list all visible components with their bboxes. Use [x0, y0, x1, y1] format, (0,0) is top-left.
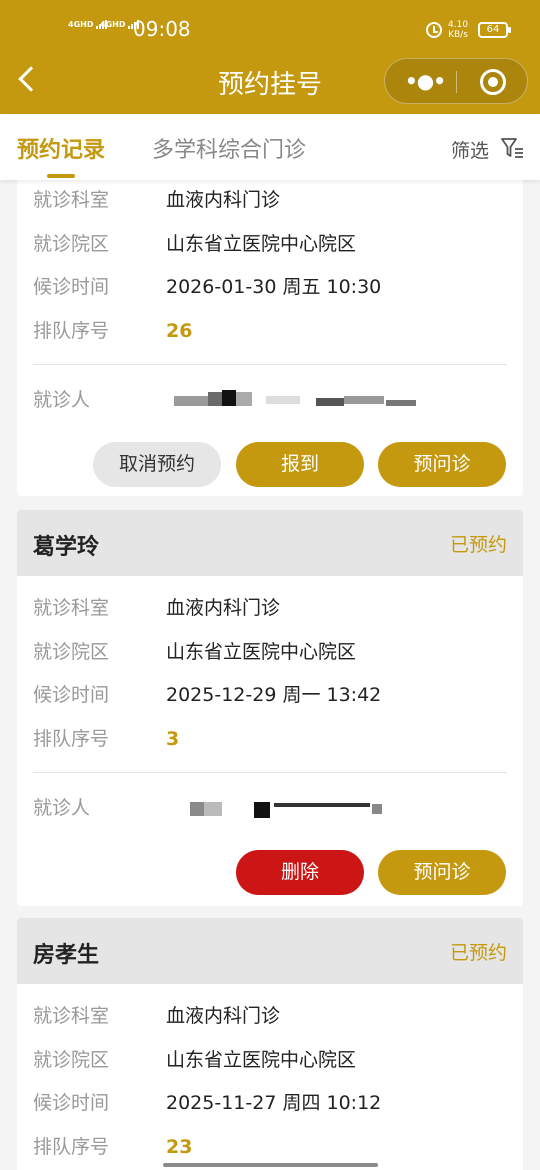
row-label: 就诊科室 — [33, 597, 110, 619]
info-row-campus: 就诊院区 山东省立医院中心院区 — [33, 229, 507, 259]
info-row-patient: 就诊人 — [33, 793, 507, 823]
row-label: 候诊时间 — [33, 684, 110, 706]
filter-funnel-icon[interactable] — [500, 136, 524, 160]
row-label: 就诊科室 — [33, 1005, 110, 1027]
row-value: 血液内科门诊 — [166, 189, 281, 211]
info-row-campus: 就诊院区 山东省立医院中心院区 — [33, 637, 507, 667]
filter-button[interactable]: 筛选 — [451, 136, 489, 163]
tab-multidisciplinary-clinic[interactable]: 多学科综合门诊 — [152, 132, 306, 164]
cancel-appointment-button[interactable]: 取消预约 — [93, 442, 221, 487]
row-value: 血液内科门诊 — [166, 1005, 281, 1027]
patient-name: 葛学玲 — [33, 535, 100, 560]
card-header: 葛学玲 已预约 — [17, 510, 523, 576]
pre-consultation-button[interactable]: 预问诊 — [378, 850, 506, 895]
more-dots-icon[interactable]: •●• — [405, 71, 446, 91]
appointment-card: 就诊科室 血液内科门诊 就诊院区 山东省立医院中心院区 候诊时间 2026-01… — [17, 180, 523, 496]
info-row-queue-no: 排队序号 26 — [33, 316, 507, 346]
divider — [33, 772, 507, 773]
row-label: 就诊院区 — [33, 641, 110, 663]
row-label: 排队序号 — [33, 728, 110, 750]
active-tab-underline — [47, 174, 75, 178]
status-bar: 4GHD 4GHD 09:08 4.10 KB/s 64 — [0, 14, 540, 44]
queue-number: 26 — [166, 320, 193, 342]
tab-appointment-records[interactable]: 预约记录 — [17, 132, 105, 164]
tab-bar: 预约记录 多学科综合门诊 筛选 — [0, 114, 540, 180]
info-row-queue-no: 排队序号 23 — [33, 1132, 507, 1162]
row-label: 就诊科室 — [33, 189, 110, 211]
row-label: 就诊人 — [33, 389, 91, 411]
appointment-card: 房孝生 已预约 就诊科室 血液内科门诊 就诊院区 山东省立医院中心院区 候诊时间… — [17, 918, 523, 1170]
card-header: 房孝生 已预约 — [17, 918, 523, 984]
patient-name: 房孝生 — [33, 943, 100, 968]
row-value: 山东省立医院中心院区 — [166, 233, 357, 255]
info-row-department: 就诊科室 血液内科门诊 — [33, 593, 507, 623]
alarm-icon — [426, 22, 442, 38]
info-row-campus: 就诊院区 山东省立医院中心院区 — [33, 1045, 507, 1075]
status-badge: 已预约 — [449, 534, 507, 556]
row-label: 就诊人 — [33, 797, 91, 819]
signal-label: 4GHD — [68, 20, 94, 29]
delete-button[interactable]: 删除 — [236, 850, 364, 895]
info-row-wait-time: 候诊时间 2025-12-29 周一 13:42 — [33, 680, 507, 710]
row-value: 2026-01-30 周五 10:30 — [166, 276, 382, 298]
app-header: 4GHD 4GHD 09:08 4.10 KB/s 64 预约挂号 •●• — [0, 0, 540, 114]
net-speed-value: 4.10 — [448, 20, 469, 30]
capsule-divider — [456, 71, 457, 93]
queue-number: 23 — [166, 1136, 193, 1158]
net-speed: 4.10 KB/s — [448, 20, 468, 40]
row-value: 山东省立医院中心院区 — [166, 641, 357, 663]
target-circle-icon[interactable] — [480, 69, 506, 95]
info-row-wait-time: 候诊时间 2025-11-27 周四 10:12 — [33, 1088, 507, 1118]
appointment-card: 葛学玲 已预约 就诊科室 血液内科门诊 就诊院区 山东省立医院中心院区 候诊时间… — [17, 510, 523, 906]
clock: 09:08 — [133, 17, 191, 41]
row-label: 候诊时间 — [33, 276, 110, 298]
row-label: 就诊院区 — [33, 233, 110, 255]
check-in-button[interactable]: 报到 — [236, 442, 364, 487]
status-badge: 已预约 — [449, 942, 507, 964]
battery-icon: 64 — [478, 22, 511, 38]
appointment-list[interactable]: 就诊科室 血液内科门诊 就诊院区 山东省立医院中心院区 候诊时间 2026-01… — [0, 180, 540, 1170]
row-value: 2025-11-27 周四 10:12 — [166, 1092, 382, 1114]
row-label: 候诊时间 — [33, 1092, 110, 1114]
info-row-patient: 就诊人 — [33, 385, 507, 415]
row-value: 山东省立医院中心院区 — [166, 1049, 357, 1071]
row-label: 就诊院区 — [33, 1049, 110, 1071]
info-row-department: 就诊科室 血液内科门诊 — [33, 185, 507, 215]
info-row-department: 就诊科室 血液内科门诊 — [33, 1001, 507, 1031]
home-indicator[interactable] — [163, 1163, 378, 1167]
divider — [33, 364, 507, 365]
pre-consultation-button[interactable]: 预问诊 — [378, 442, 506, 487]
queue-number: 3 — [166, 728, 180, 750]
redacted-patient-info — [190, 802, 382, 818]
info-row-queue-no: 排队序号 3 — [33, 724, 507, 754]
row-label: 排队序号 — [33, 1136, 110, 1158]
info-row-wait-time: 候诊时间 2026-01-30 周五 10:30 — [33, 272, 507, 302]
net-speed-unit: KB/s — [448, 30, 468, 40]
row-label: 排队序号 — [33, 320, 110, 342]
row-value: 2025-12-29 周一 13:42 — [166, 684, 382, 706]
signal-label: 4GHD — [100, 20, 126, 29]
mini-program-capsule: •●• — [384, 58, 528, 104]
redacted-patient-info — [174, 390, 416, 406]
row-value: 血液内科门诊 — [166, 597, 281, 619]
